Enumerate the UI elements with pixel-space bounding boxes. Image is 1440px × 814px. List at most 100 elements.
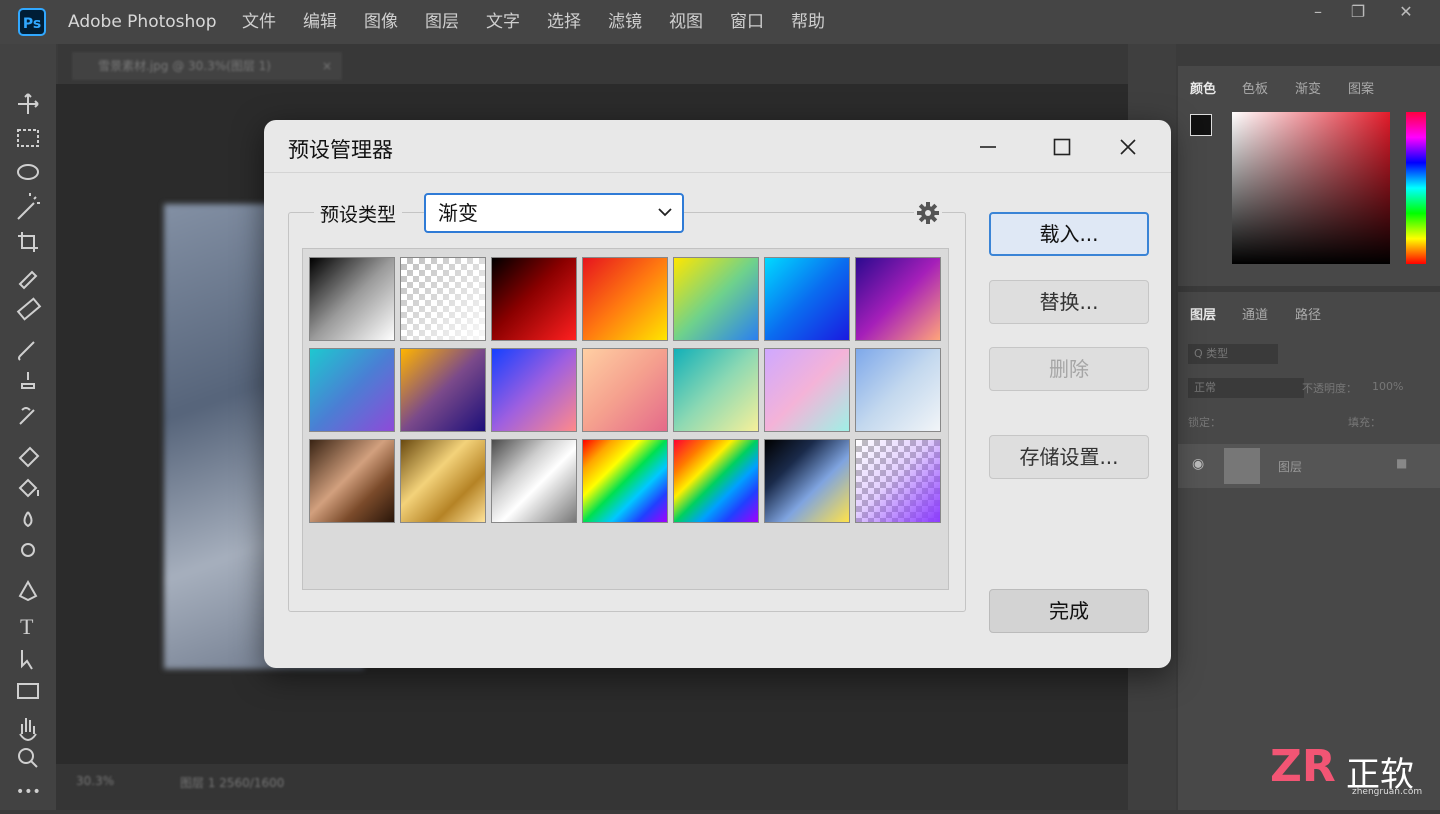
dialog-minimize-icon[interactable] bbox=[968, 130, 1008, 164]
minimize-icon[interactable]: – bbox=[1298, 0, 1338, 26]
done-button[interactable]: 完成 bbox=[989, 589, 1149, 633]
gradient-fill bbox=[765, 440, 849, 522]
layer-row[interactable]: ◉ 图层 ■ bbox=[1178, 444, 1440, 488]
type-icon: T bbox=[20, 614, 34, 639]
blend-mode-select[interactable]: 正常 bbox=[1188, 378, 1304, 398]
layer-name: 图层 bbox=[1278, 460, 1303, 474]
color-field[interactable] bbox=[1232, 112, 1390, 264]
status-zoom: 30.3% bbox=[76, 774, 115, 788]
lock-icon: ■ bbox=[1396, 456, 1408, 470]
visibility-eye-icon[interactable]: ◉ bbox=[1192, 456, 1204, 472]
gradient-swatch-white-transparent[interactable] bbox=[400, 257, 486, 341]
restore-icon[interactable]: ❐ bbox=[1338, 0, 1378, 26]
menu-filter[interactable]: 滤镜 bbox=[608, 0, 642, 44]
gradient-swatch-black-red[interactable] bbox=[491, 257, 577, 341]
menu-view[interactable]: 视图 bbox=[669, 0, 703, 44]
opacity-label: 不透明度： bbox=[1302, 382, 1357, 395]
gradient-swatch-blue-pink[interactable] bbox=[491, 348, 577, 432]
gradient-swatch-violet-transparent[interactable] bbox=[855, 439, 941, 523]
magic-wand-icon bbox=[17, 193, 40, 220]
status-bar: 30.3% 图层 1 2560/1600 bbox=[56, 764, 1128, 810]
gradient-fill bbox=[765, 258, 849, 340]
gradient-fill bbox=[310, 440, 394, 522]
history-brush-icon bbox=[19, 407, 35, 425]
gradient-swatch-purple-peach[interactable] bbox=[855, 257, 941, 341]
close-icon[interactable]: ✕ bbox=[1386, 0, 1426, 26]
dialog-close-icon[interactable] bbox=[1108, 130, 1148, 164]
menu-window[interactable]: 窗口 bbox=[730, 0, 764, 44]
tab-channels[interactable]: 通道 bbox=[1242, 304, 1268, 323]
photoshop-logo: Ps bbox=[18, 8, 46, 36]
tab-patterns[interactable]: 图案 bbox=[1348, 78, 1374, 97]
save-settings-button[interactable]: 存储设置... bbox=[989, 435, 1149, 479]
hand-icon bbox=[19, 718, 37, 741]
marquee-icon bbox=[17, 129, 39, 147]
hue-slider[interactable] bbox=[1406, 112, 1426, 264]
gradient-fill bbox=[401, 440, 485, 522]
gradient-swatch-lavender-mint[interactable] bbox=[764, 348, 850, 432]
tab-paths[interactable]: 路径 bbox=[1295, 304, 1321, 323]
gradient-swatch-rainbow-stripes[interactable] bbox=[673, 439, 759, 523]
menu-edit[interactable]: 编辑 bbox=[303, 0, 337, 44]
tab-color[interactable]: 颜色 bbox=[1190, 78, 1216, 97]
preset-manager-dialog: 预设管理器 预设类型 渐变 载入... 替换... 删除 存储设置... 完成 bbox=[264, 120, 1171, 668]
crop-icon bbox=[18, 232, 38, 252]
load-button[interactable]: 载入... bbox=[989, 212, 1149, 256]
layers-panel: 图层 通道 路径 Q 类型 正常 不透明度： 100% 锁定： 填充： ◉ 图层… bbox=[1178, 292, 1440, 810]
document-tab-label: 雪景素材.jpg @ 30.3%(图层 1) bbox=[98, 59, 271, 73]
gradient-swatch-teal-violet[interactable] bbox=[309, 348, 395, 432]
gradient-fill bbox=[856, 440, 940, 522]
opacity-value[interactable]: 100% bbox=[1372, 380, 1403, 393]
eyedropper-icon bbox=[18, 270, 38, 290]
gradient-fill bbox=[492, 258, 576, 340]
tab-swatches[interactable]: 色板 bbox=[1242, 78, 1268, 97]
stamp-icon bbox=[21, 372, 35, 389]
lock-label: 锁定： bbox=[1188, 416, 1221, 429]
gradient-swatch-silver[interactable] bbox=[491, 439, 577, 523]
gradient-swatch-orange-navy[interactable] bbox=[400, 348, 486, 432]
menu-layer[interactable]: 图层 bbox=[425, 0, 459, 44]
gradient-fill bbox=[492, 349, 576, 431]
menu-file[interactable]: 文件 bbox=[242, 0, 276, 44]
gradient-swatch-steel-yellow[interactable] bbox=[764, 439, 850, 523]
tab-layers[interactable]: 图层 bbox=[1190, 304, 1216, 323]
foreground-color[interactable] bbox=[1190, 114, 1212, 136]
gradient-swatch-red-yellow[interactable] bbox=[582, 257, 668, 341]
gradient-fill bbox=[583, 349, 667, 431]
fill-label: 填充： bbox=[1348, 416, 1381, 429]
settings-gear-icon[interactable] bbox=[914, 199, 942, 227]
gradient-swatch-cyan-blue[interactable] bbox=[764, 257, 850, 341]
blur-icon bbox=[23, 511, 33, 528]
gradient-swatch-yellow-blue[interactable] bbox=[673, 257, 759, 341]
menu-type[interactable]: 文字 bbox=[486, 0, 520, 44]
layer-filter-search[interactable]: Q 类型 bbox=[1188, 344, 1278, 364]
menu-image[interactable]: 图像 bbox=[364, 0, 398, 44]
menu-select[interactable]: 选择 bbox=[547, 0, 581, 44]
gradient-swatch-sky-white[interactable] bbox=[855, 348, 941, 432]
watermark: ZR 正软 zhengruan.com bbox=[1270, 741, 1430, 805]
gradient-swatch-teal-lemon[interactable] bbox=[673, 348, 759, 432]
tab-gradients[interactable]: 渐变 bbox=[1295, 78, 1321, 97]
document-tab[interactable]: 雪景素材.jpg @ 30.3%(图层 1) × bbox=[72, 52, 342, 80]
delete-button[interactable]: 删除 bbox=[989, 347, 1149, 391]
gradient-fill bbox=[310, 349, 394, 431]
document-tab-bar: 雪景素材.jpg @ 30.3%(图层 1) × bbox=[58, 44, 1128, 84]
gradient-fill bbox=[583, 258, 667, 340]
move-icon bbox=[18, 93, 39, 114]
replace-button[interactable]: 替换... bbox=[989, 280, 1149, 324]
menu-bar: Ps Adobe Photoshop 文件 编辑 图像 图层 文字 选择 滤镜 … bbox=[0, 0, 1440, 44]
gradient-swatch-spectrum[interactable] bbox=[582, 439, 668, 523]
gradient-swatch-black-white[interactable] bbox=[309, 257, 395, 341]
gradient-swatch-copper[interactable] bbox=[309, 439, 395, 523]
gradient-swatch-gold[interactable] bbox=[400, 439, 486, 523]
gradient-fill bbox=[583, 440, 667, 522]
dialog-maximize-icon[interactable] bbox=[1042, 130, 1082, 164]
tools-column: T ••• bbox=[16, 93, 42, 800]
preset-type-dropdown[interactable]: 渐变 bbox=[424, 193, 684, 233]
menu-help[interactable]: 帮助 bbox=[791, 0, 825, 44]
tab-close-icon[interactable]: × bbox=[322, 52, 332, 80]
gradient-preset-grid[interactable] bbox=[302, 248, 949, 590]
gradient-swatch-peach-rose[interactable] bbox=[582, 348, 668, 432]
gradient-fill bbox=[856, 349, 940, 431]
watermark-logo: ZR bbox=[1270, 741, 1336, 792]
